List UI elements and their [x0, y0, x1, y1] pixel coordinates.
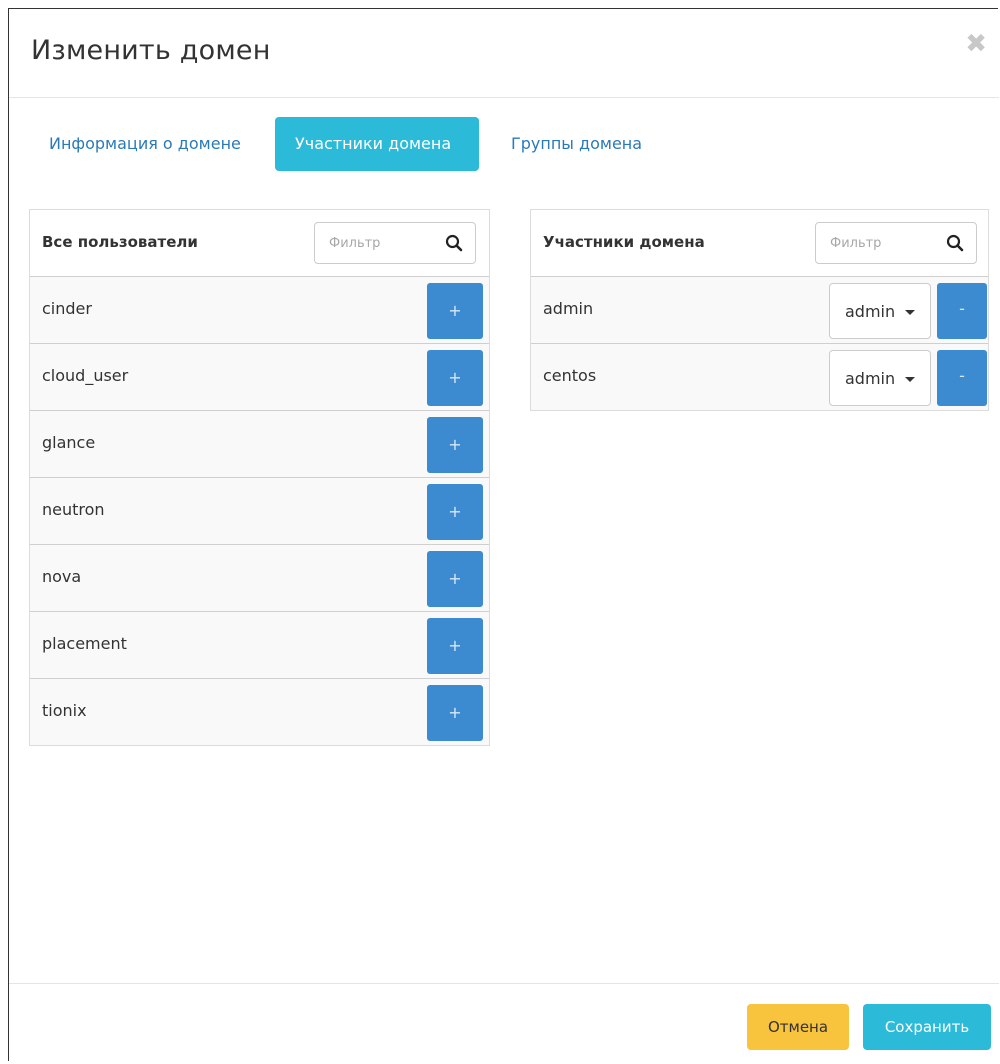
domain-members-filter-input[interactable]: [830, 232, 930, 254]
domain-members-panel: Участники домена admin admin - centos ad…: [530, 209, 989, 411]
all-users-header: Все пользователи: [30, 210, 489, 277]
user-name: cloud_user: [42, 366, 129, 385]
all-users-filter-input[interactable]: [329, 232, 429, 254]
search-icon[interactable]: [445, 234, 463, 252]
user-row-cloud-user: cloud_user +: [30, 344, 489, 411]
add-user-button[interactable]: +: [427, 551, 483, 607]
role-dropdown[interactable]: admin: [829, 283, 931, 339]
user-row-tionix: tionix +: [30, 679, 489, 745]
close-icon[interactable]: ✖: [965, 31, 987, 57]
add-user-button[interactable]: +: [427, 417, 483, 473]
modal-title: Изменить домен: [31, 35, 271, 66]
tab-domain-info[interactable]: Информация о домене: [29, 117, 261, 171]
role-value: admin: [845, 369, 896, 388]
user-name: cinder: [42, 299, 92, 318]
user-row-cinder: cinder +: [30, 277, 489, 344]
add-user-button[interactable]: +: [427, 484, 483, 540]
caret-down-icon: [905, 377, 915, 382]
user-row-placement: placement +: [30, 612, 489, 679]
add-user-button[interactable]: +: [427, 618, 483, 674]
domain-members-filter: [815, 222, 977, 264]
modal-footer: Отмена Сохранить: [9, 983, 999, 1064]
caret-down-icon: [905, 310, 915, 315]
edit-domain-modal: Изменить домен ✖ Информация о домене Уча…: [8, 8, 999, 1064]
user-name: nova: [42, 567, 82, 586]
remove-member-button[interactable]: -: [937, 283, 987, 339]
member-row-centos: centos admin -: [531, 344, 988, 410]
tab-domain-groups[interactable]: Группы домена: [491, 117, 662, 171]
add-user-button[interactable]: +: [427, 685, 483, 741]
role-value: admin: [845, 302, 896, 321]
remove-member-button[interactable]: -: [937, 350, 987, 406]
role-dropdown[interactable]: admin: [829, 350, 931, 406]
search-icon[interactable]: [946, 234, 964, 252]
user-row-nova: nova +: [30, 545, 489, 612]
user-name: neutron: [42, 500, 105, 519]
all-users-panel: Все пользователи cinder + cloud_user + g…: [29, 209, 490, 746]
member-name: centos: [543, 366, 597, 385]
member-name: admin: [543, 299, 594, 318]
user-name: placement: [42, 634, 127, 653]
domain-members-header: Участники домена: [531, 210, 988, 277]
add-user-button[interactable]: +: [427, 283, 483, 339]
user-row-neutron: neutron +: [30, 478, 489, 545]
user-name: tionix: [42, 701, 87, 720]
all-users-title: Все пользователи: [42, 233, 198, 251]
modal-header: Изменить домен ✖: [9, 9, 999, 98]
tab-domain-members[interactable]: Участники домена: [275, 117, 479, 171]
all-users-filter: [314, 222, 476, 264]
user-row-glance: glance +: [30, 411, 489, 478]
user-name: glance: [42, 433, 96, 452]
cancel-button[interactable]: Отмена: [747, 1004, 849, 1050]
member-row-admin: admin admin -: [531, 277, 988, 344]
add-user-button[interactable]: +: [427, 350, 483, 406]
domain-members-title: Участники домена: [543, 233, 705, 251]
save-button[interactable]: Сохранить: [863, 1004, 991, 1050]
